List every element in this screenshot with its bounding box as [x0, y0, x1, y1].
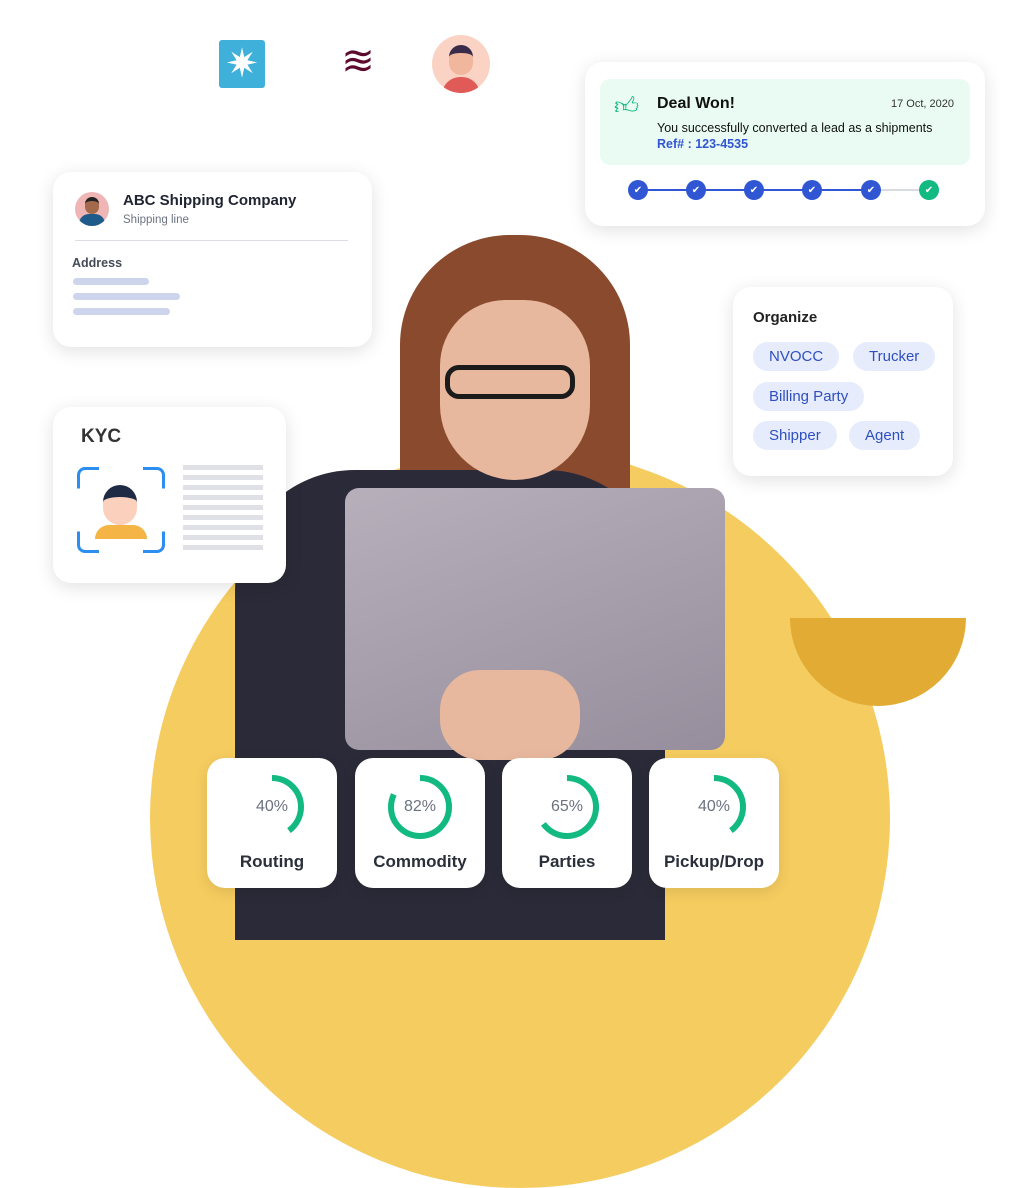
- tag-billing-party[interactable]: Billing Party: [753, 382, 865, 411]
- deal-ref: Ref# : 123-4535: [657, 137, 749, 151]
- maersk-star-icon: ✷: [219, 40, 265, 88]
- half-circle-decoration: [790, 618, 966, 706]
- tag-shipper[interactable]: Shipper: [753, 421, 837, 450]
- kyc-card: KYC: [53, 407, 286, 583]
- stat-percent: 65%: [550, 798, 584, 815]
- placeholder-line: [73, 308, 170, 315]
- kyc-title: KYC: [81, 426, 122, 447]
- stat-percent: 82%: [403, 798, 437, 815]
- step-check-icon: ✔: [744, 180, 764, 200]
- organize-card: Organize NVOCC Trucker Billing Party Shi…: [733, 287, 953, 476]
- stat-label: Commodity: [373, 852, 467, 871]
- step-check-icon: ✔: [686, 180, 706, 200]
- document-lines: [183, 465, 263, 553]
- step-check-icon: ✔: [919, 180, 939, 200]
- tag-nvocc[interactable]: NVOCC: [753, 342, 840, 371]
- company-type: Shipping line: [123, 214, 189, 226]
- stat-label: Routing: [239, 852, 305, 871]
- glasses: [445, 365, 575, 399]
- stat-card-routing: 40% Routing: [207, 758, 337, 888]
- stat-label: Pickup/Drop: [663, 852, 765, 871]
- stat-card-parties: 65% Parties: [502, 758, 632, 888]
- address-label: Address: [72, 256, 123, 270]
- stat-percent: 40%: [697, 798, 731, 815]
- person-icon: [103, 485, 137, 525]
- thumbs-up-icon: 👍︎: [614, 93, 640, 120]
- organize-title: Organize: [753, 309, 818, 326]
- company-card: ABC Shipping Company Shipping line Addre…: [53, 172, 372, 347]
- placeholder-line: [73, 293, 180, 300]
- company-name: ABC Shipping Company: [123, 192, 297, 209]
- qatar-oryx-icon: ≋: [341, 39, 375, 83]
- deal-title: Deal Won!: [657, 95, 735, 112]
- step-check-icon: ✔: [628, 180, 648, 200]
- step-check-icon: ✔: [861, 180, 881, 200]
- company-avatar: [75, 192, 109, 226]
- stat-card-commodity: 82% Commodity: [355, 758, 485, 888]
- tag-agent[interactable]: Agent: [849, 421, 921, 450]
- stat-label: Parties: [538, 852, 596, 871]
- step-check-icon: ✔: [802, 180, 822, 200]
- person-shoulders: [95, 525, 147, 539]
- placeholder-line: [73, 278, 149, 285]
- deal-won-card: 👍︎ Deal Won! 17 Oct, 2020 You successful…: [585, 62, 985, 226]
- stat-card-pickup-drop: 40% Pickup/Drop: [649, 758, 779, 888]
- divider: [75, 240, 348, 241]
- avatar: [432, 35, 490, 93]
- stat-percent: 40%: [255, 798, 289, 815]
- deal-message: You successfully converted a lead as a s…: [657, 121, 933, 135]
- tag-trucker[interactable]: Trucker: [853, 342, 936, 371]
- deal-date: 17 Oct, 2020: [891, 98, 954, 110]
- hands: [440, 670, 580, 760]
